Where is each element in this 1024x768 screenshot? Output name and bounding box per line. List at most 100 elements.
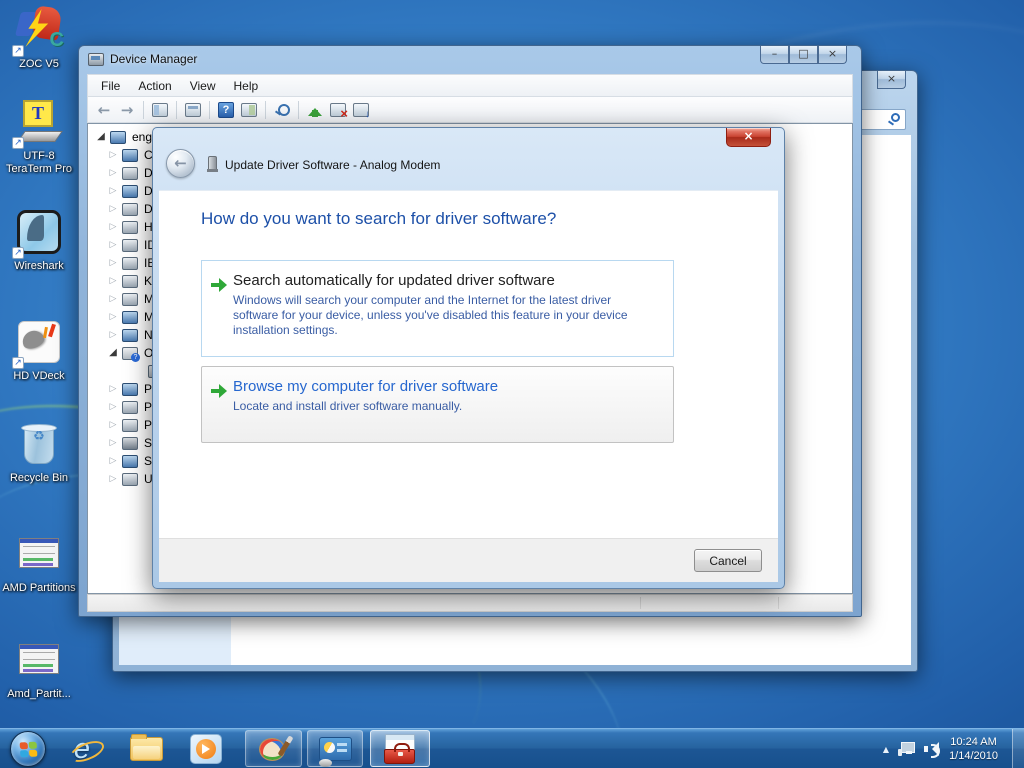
ide-icon — [122, 238, 138, 252]
items-view-button[interactable] — [239, 100, 259, 120]
expanded-arrow-icon[interactable]: ◢ — [106, 344, 120, 362]
forward-icon: → — [120, 100, 134, 119]
menu-help[interactable]: Help — [225, 77, 268, 95]
device-panel-icon — [318, 736, 352, 761]
shortcut-arrow-icon: ↗ — [12, 45, 24, 57]
collapsed-arrow-icon[interactable]: ▷ — [106, 308, 120, 326]
shortcut-arrow-icon: ↗ — [12, 357, 24, 369]
system-tray: ▲ 10:24 AM 1/14/2010 — [883, 729, 998, 768]
volume-icon[interactable] — [924, 742, 941, 758]
collapsed-arrow-icon[interactable]: ▷ — [106, 290, 120, 308]
show-console-tree-button[interactable] — [150, 100, 170, 120]
option-search-automatically[interactable]: Search automatically for updated driver … — [201, 260, 674, 357]
keyboards-icon — [122, 274, 138, 288]
collapsed-arrow-icon[interactable]: ▷ — [106, 182, 120, 200]
menu-action[interactable]: Action — [129, 77, 180, 95]
desktop-icon-amd-partit[interactable]: Amd_Partit... — [0, 636, 78, 701]
clock[interactable]: 10:24 AM 1/14/2010 — [949, 735, 998, 763]
taskbar-device-panel[interactable] — [307, 730, 363, 767]
collapsed-arrow-icon[interactable]: ▷ — [106, 272, 120, 290]
collapsed-arrow-icon[interactable]: ▷ — [106, 254, 120, 272]
update-driver-dialog: × ← Update Driver Software - Analog Mode… — [152, 127, 785, 589]
collapsed-arrow-icon[interactable]: ▷ — [106, 200, 120, 218]
uninstall-device-button[interactable] — [328, 100, 348, 121]
collapsed-arrow-icon[interactable]: ▷ — [106, 326, 120, 344]
sound-icon — [122, 436, 138, 450]
close-button[interactable]: × — [818, 46, 847, 64]
teraterm-icon: T ↗ — [12, 98, 63, 149]
collapsed-arrow-icon[interactable]: ▷ — [106, 416, 120, 434]
toolbar: ← → ? — [87, 96, 853, 123]
update-driver-icon — [307, 103, 323, 117]
network-adapters-icon — [122, 328, 138, 342]
recycle-bin-icon: ♻ — [15, 420, 63, 468]
scan-hardware-changes-button[interactable] — [351, 100, 371, 120]
display-adapters-icon — [122, 184, 138, 198]
hidden-icons-button[interactable]: ▲ — [883, 745, 889, 754]
folder-icon — [129, 734, 163, 761]
collapsed-arrow-icon[interactable]: ▷ — [106, 218, 120, 236]
dialog-title: Update Driver Software - Analog Modem — [225, 158, 441, 172]
desktop-icon-teraterm[interactable]: T ↗ UTF-8 TeraTerm Pro — [0, 98, 78, 176]
toolbox-icon — [383, 733, 417, 764]
collapsed-arrow-icon[interactable]: ▷ — [106, 470, 120, 488]
desktop-icon-recycle-bin[interactable]: ♻ Recycle Bin — [0, 420, 78, 485]
dialog-footer: Cancel — [159, 538, 778, 582]
desktop-icon-zoc[interactable]: C ↗ ZOC V5 — [0, 5, 78, 71]
menu-file[interactable]: File — [92, 77, 129, 95]
scan-button[interactable] — [272, 100, 292, 120]
internet-explorer-icon: e — [73, 732, 91, 765]
back-button[interactable]: ← — [94, 100, 114, 120]
ports-icon — [122, 400, 138, 414]
forward-button[interactable]: → — [117, 100, 137, 120]
desktop-icon-amd-partitions[interactable]: AMD Partitions — [0, 530, 78, 595]
green-arrow-icon — [211, 384, 227, 398]
option-browse-computer[interactable]: Browse my computer for driver software L… — [201, 366, 674, 443]
properties-button[interactable] — [183, 100, 203, 120]
close-button[interactable]: × — [877, 71, 906, 89]
desktop-icon-label: Amd_Partit... — [7, 688, 71, 700]
cancel-button[interactable]: Cancel — [694, 549, 762, 572]
update-driver-button[interactable] — [305, 100, 325, 120]
collapsed-arrow-icon[interactable]: ▷ — [106, 146, 120, 164]
expanded-arrow-icon[interactable]: ◢ — [94, 128, 108, 146]
desktop-icon-label: ZOC V5 — [19, 58, 59, 70]
option-description: Windows will search your computer and th… — [233, 293, 628, 337]
desktop-icon-label: Wireshark — [14, 260, 64, 272]
taskbar-internet-explorer[interactable]: e — [64, 732, 100, 766]
monitors-icon — [122, 310, 138, 324]
collapsed-arrow-icon[interactable]: ▷ — [106, 452, 120, 470]
maximize-button[interactable]: □ — [789, 46, 818, 64]
collapsed-arrow-icon[interactable]: ▷ — [106, 164, 120, 182]
properties-icon — [185, 102, 201, 117]
minimize-button[interactable]: – — [760, 46, 789, 64]
processors-icon — [122, 418, 138, 432]
option-description: Locate and install driver software manua… — [233, 399, 463, 413]
start-button[interactable] — [10, 731, 46, 767]
menu-view[interactable]: View — [181, 77, 225, 95]
scan-hardware-changes-icon — [353, 102, 370, 120]
taskbar-device-manager[interactable] — [370, 730, 430, 767]
taskbar-media-player[interactable] — [188, 732, 224, 766]
driver-icon — [207, 156, 218, 172]
collapsed-arrow-icon[interactable]: ▷ — [106, 380, 120, 398]
taskbar-paint[interactable] — [245, 730, 302, 767]
collapsed-arrow-icon[interactable]: ▷ — [106, 398, 120, 416]
mice-icon — [122, 292, 138, 306]
collapsed-arrow-icon[interactable]: ▷ — [106, 434, 120, 452]
title-bar[interactable]: Device Manager – □ × — [79, 46, 861, 74]
back-button[interactable]: ← — [166, 149, 195, 178]
show-desktop-button[interactable] — [1012, 729, 1024, 768]
network-icon[interactable] — [898, 742, 916, 756]
search-icon — [891, 113, 900, 122]
help-icon: ? — [218, 101, 234, 118]
screenshot-icon — [15, 636, 63, 684]
other-devices-icon: ? — [122, 346, 140, 362]
ieee1394-icon — [122, 256, 138, 270]
collapsed-arrow-icon[interactable]: ▷ — [106, 236, 120, 254]
help-button[interactable]: ? — [216, 100, 236, 120]
taskbar-windows-explorer[interactable] — [128, 732, 164, 766]
desktop-icon-wireshark[interactable]: ↗ Wireshark — [0, 208, 78, 273]
disk-drives-icon — [122, 166, 138, 180]
desktop-icon-hdvdeck[interactable]: ↗ HD VDeck — [0, 318, 78, 383]
